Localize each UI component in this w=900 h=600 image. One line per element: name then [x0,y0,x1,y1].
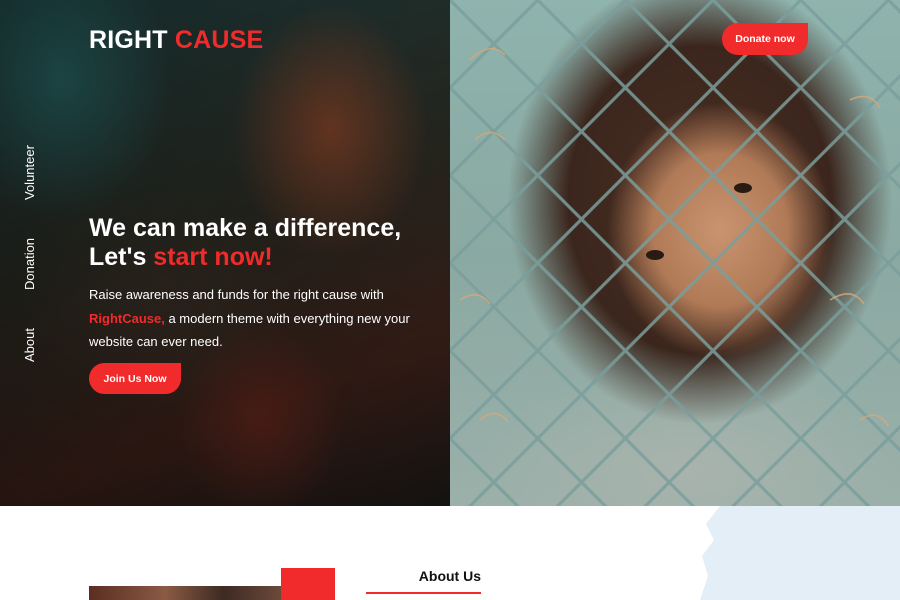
about-title: About Us [418,568,481,584]
about-title-underline [366,592,481,594]
headline-line-1: We can make a difference, [89,214,402,242]
side-nav-item-about[interactable]: About [22,328,37,362]
hero-headline: We can make a difference, Let's start no… [89,214,439,272]
chain-link-fence [450,0,900,506]
hero-section: RIGHT CAUSE Donate now Volunteer Donatio… [0,0,900,506]
donate-now-button[interactable]: Donate now [722,23,808,55]
decorative-paint-splash [700,506,900,600]
vertical-side-nav: Volunteer Donation About [22,140,44,380]
decorative-red-block [281,568,335,600]
hero-photo-girl-behind-fence [450,0,900,506]
headline-line-2-accent: start now! [153,243,273,271]
about-section: About Us [0,506,900,600]
join-us-now-button[interactable]: Join Us Now [89,363,181,394]
about-photo [89,586,281,600]
brand-logo[interactable]: RIGHT CAUSE [89,26,263,55]
hero-description: Raise awareness and funds for the right … [89,283,429,354]
brand-logo-text-2: CAUSE [174,26,264,54]
brand-logo-text-1: RIGHT [89,26,175,54]
hero-description-brand: RightCause, [89,310,165,326]
hero-description-prefix: Raise awareness and funds for the right … [89,287,384,302]
headline-line-2-prefix: Let's [89,243,154,271]
side-nav-item-volunteer[interactable]: Volunteer [22,145,37,200]
side-nav-item-donation[interactable]: Donation [22,238,37,290]
